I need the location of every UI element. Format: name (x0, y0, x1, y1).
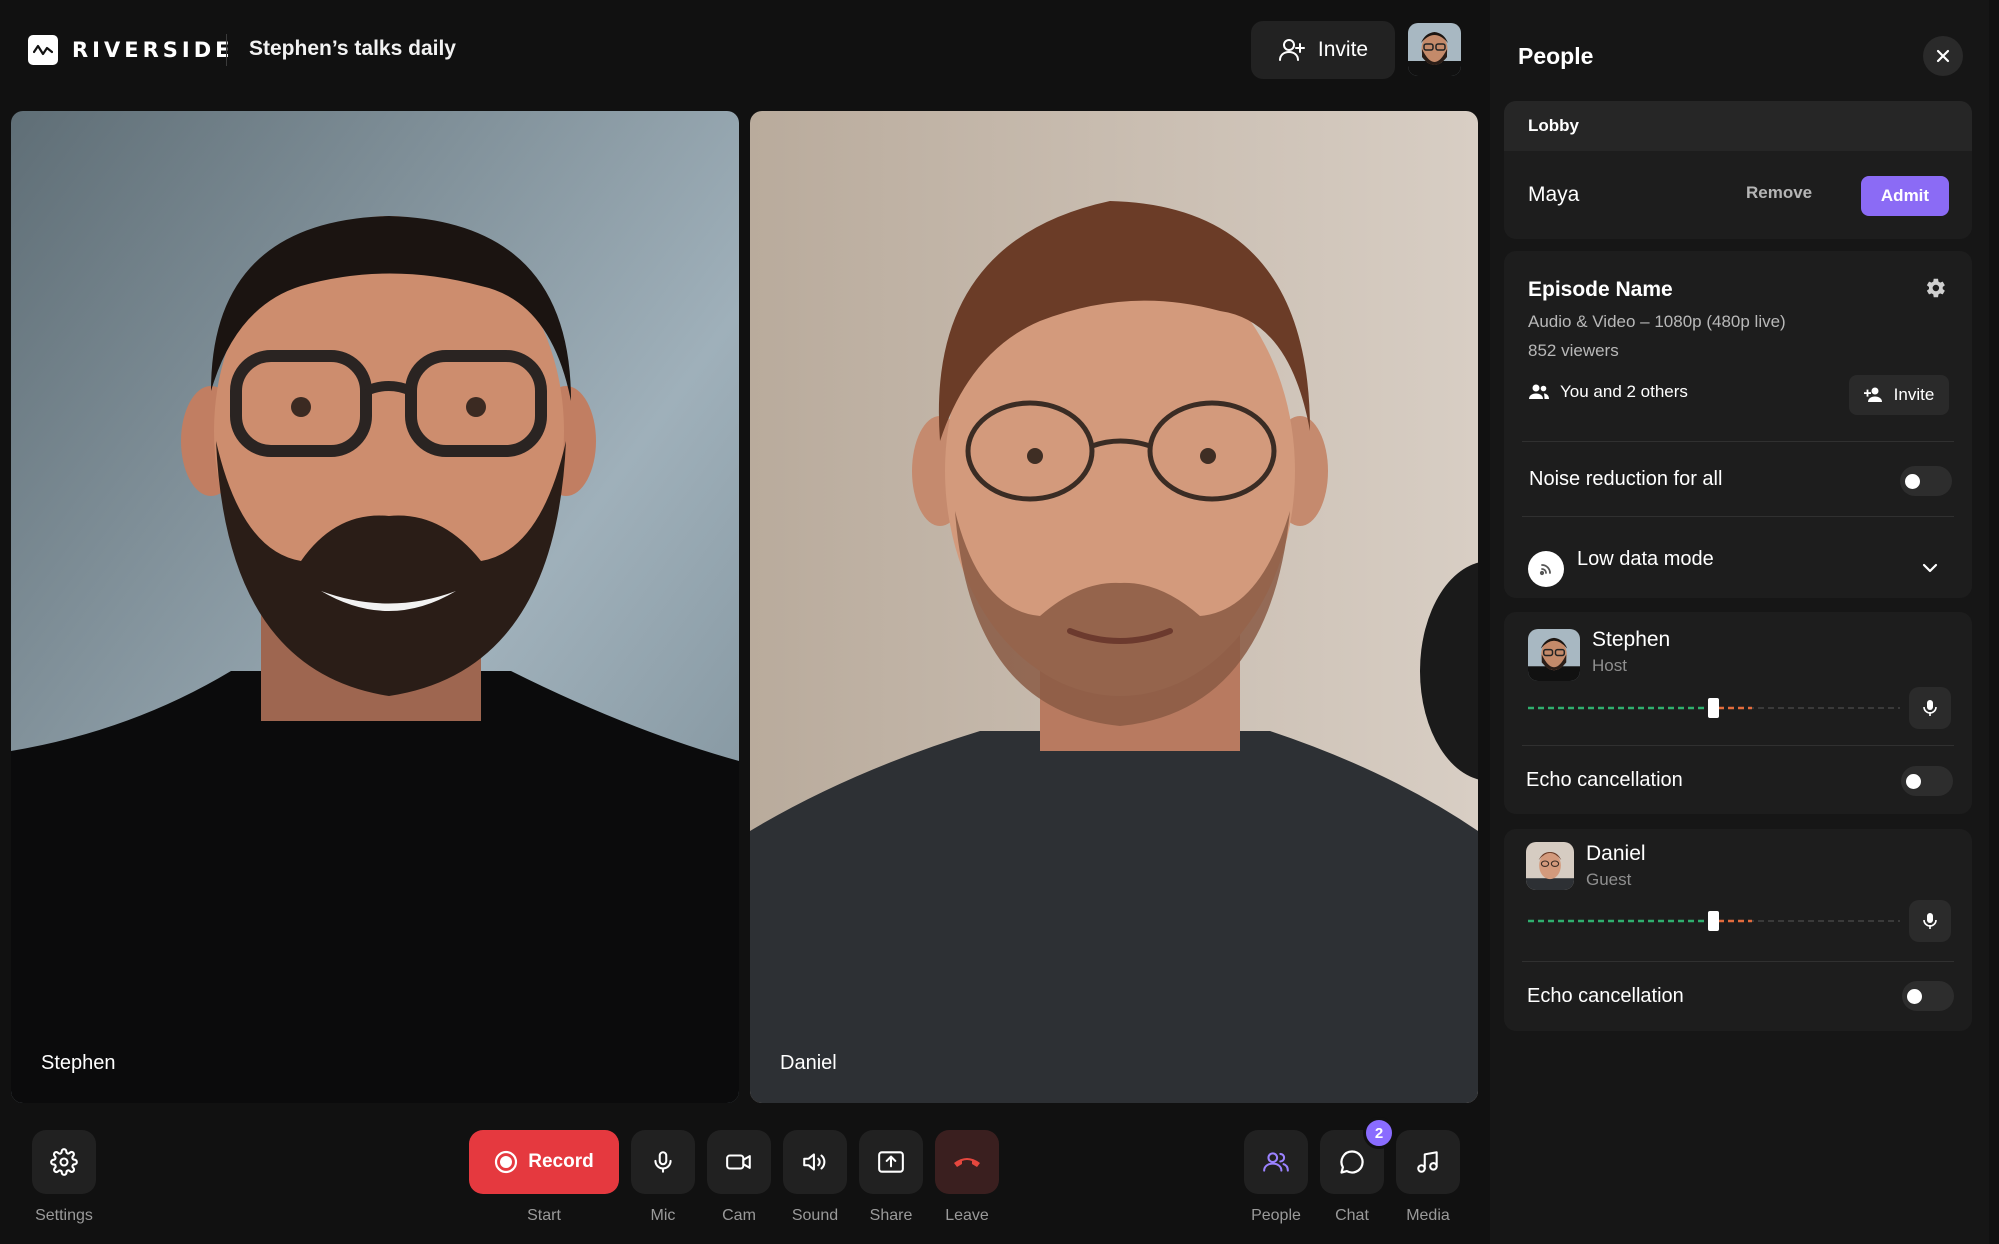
settings-button[interactable] (32, 1130, 96, 1194)
studio-title: Stephen’s talks daily (249, 37, 456, 60)
lobby-card: Lobby Maya Remove Admit (1504, 101, 1972, 239)
riverside-logo[interactable]: RIVERSIDE (28, 35, 233, 65)
stephen-video-feed (11, 111, 739, 1103)
media-label: Media (1406, 1207, 1450, 1224)
riverside-logo-icon (28, 35, 58, 65)
top-bar: RIVERSIDE Stephen’s talks daily Invite (0, 0, 1490, 100)
mic-button[interactable] (631, 1130, 695, 1194)
people-icon (1529, 384, 1549, 399)
admit-button[interactable]: Admit (1861, 176, 1949, 216)
episode-invite-button[interactable]: Invite (1849, 375, 1949, 415)
record-icon (495, 1150, 518, 1174)
invite-button-label: Invite (1317, 38, 1369, 61)
volume-slider[interactable] (1528, 911, 1900, 931)
microphone-icon (1923, 700, 1937, 716)
echo-cancellation-label: Echo cancellation (1527, 985, 1684, 1007)
gear-icon (50, 1148, 78, 1176)
add-user-icon (1278, 39, 1305, 61)
music-note-icon (1417, 1151, 1438, 1173)
microphone-icon (654, 1151, 672, 1173)
episode-viewers: 852 viewers (1528, 341, 1619, 360)
hang-up-icon (954, 1158, 980, 1167)
record-button[interactable]: Record (469, 1130, 619, 1194)
user-avatar[interactable] (1408, 23, 1461, 76)
participant-name: Stephen (1592, 628, 1671, 651)
share-button[interactable] (859, 1130, 923, 1194)
participant-mic-button[interactable] (1909, 687, 1951, 729)
divider (1522, 516, 1954, 517)
people-icon (1263, 1152, 1289, 1172)
logo-text: RIVERSIDE (72, 38, 234, 62)
lobby-guest-name: Maya (1528, 183, 1580, 206)
participant-mic-button[interactable] (1909, 900, 1951, 942)
people-button[interactable] (1244, 1130, 1308, 1194)
participant-name-label: Stephen (41, 1052, 116, 1074)
chevron-down-icon (1922, 563, 1938, 573)
participant-name-label: Daniel (780, 1052, 837, 1074)
episode-participants: You and 2 others (1528, 382, 1688, 402)
participant-role: Guest (1586, 870, 1632, 889)
echo-cancellation-toggle[interactable] (1902, 981, 1954, 1011)
video-tile-stephen[interactable]: Stephen (11, 111, 739, 1103)
gear-icon (1926, 278, 1945, 298)
leave-label: Leave (945, 1207, 989, 1224)
volume-handle (1708, 911, 1719, 931)
panel-title: People (1518, 43, 1594, 69)
camera-icon (726, 1154, 751, 1170)
remove-button[interactable]: Remove (1746, 183, 1812, 203)
chat-bubble-icon (1340, 1150, 1364, 1174)
participant-card-stephen: Stephen Host Echo cancellation (1504, 612, 1972, 814)
avatar (1528, 629, 1580, 681)
header-divider (226, 34, 227, 66)
invite-button[interactable]: Invite (1251, 21, 1395, 79)
volume-slider[interactable] (1528, 698, 1900, 718)
divider (1522, 441, 1954, 442)
lobby-guest-row: Maya Remove Admit (1504, 151, 1972, 239)
video-tile-daniel[interactable]: Daniel (750, 111, 1478, 1103)
noise-reduction-toggle[interactable] (1900, 466, 1952, 496)
daniel-video-feed (750, 111, 1478, 1103)
close-icon (1936, 49, 1950, 63)
volume-handle (1708, 698, 1719, 718)
people-panel: People Lobby Maya Remove Admit Episode N… (1490, 0, 1989, 1244)
episode-card: Episode Name Audio & Video – 1080p (480p… (1504, 251, 1972, 598)
microphone-icon (1923, 913, 1937, 929)
share-screen-icon (878, 1151, 904, 1173)
low-data-mode-expand[interactable] (1919, 557, 1941, 584)
episode-name: Episode Name (1528, 278, 1673, 301)
start-label: Start (527, 1207, 561, 1224)
low-data-mode-label: Low data mode (1577, 548, 1714, 570)
echo-cancellation-label: Echo cancellation (1526, 769, 1683, 791)
participant-name: Daniel (1586, 842, 1646, 865)
lobby-heading: Lobby (1504, 101, 1972, 151)
close-panel-button[interactable] (1923, 36, 1963, 76)
add-user-icon (1863, 387, 1882, 402)
episode-format: Audio & Video – 1080p (480p live) (1528, 312, 1786, 331)
record-button-label: Record (528, 1151, 594, 1172)
noise-reduction-label: Noise reduction for all (1529, 468, 1723, 490)
participant-role: Host (1592, 656, 1627, 675)
participants-summary: You and 2 others (1560, 382, 1688, 401)
settings-label: Settings (35, 1207, 93, 1224)
divider (1522, 745, 1954, 746)
cam-button[interactable] (707, 1130, 771, 1194)
episode-invite-label: Invite (1893, 385, 1935, 404)
avatar (1526, 842, 1574, 890)
sound-button[interactable] (783, 1130, 847, 1194)
chat-unread-badge: 2 (1363, 1117, 1395, 1149)
episode-settings-button[interactable] (1922, 275, 1948, 306)
media-button[interactable] (1396, 1130, 1460, 1194)
leave-button[interactable] (935, 1130, 999, 1194)
low-data-icon (1528, 551, 1564, 587)
participant-card-daniel: Daniel Guest Echo cancellation (1504, 829, 1972, 1031)
speaker-icon (803, 1153, 826, 1171)
echo-cancellation-toggle[interactable] (1901, 766, 1953, 796)
divider (1522, 961, 1954, 962)
